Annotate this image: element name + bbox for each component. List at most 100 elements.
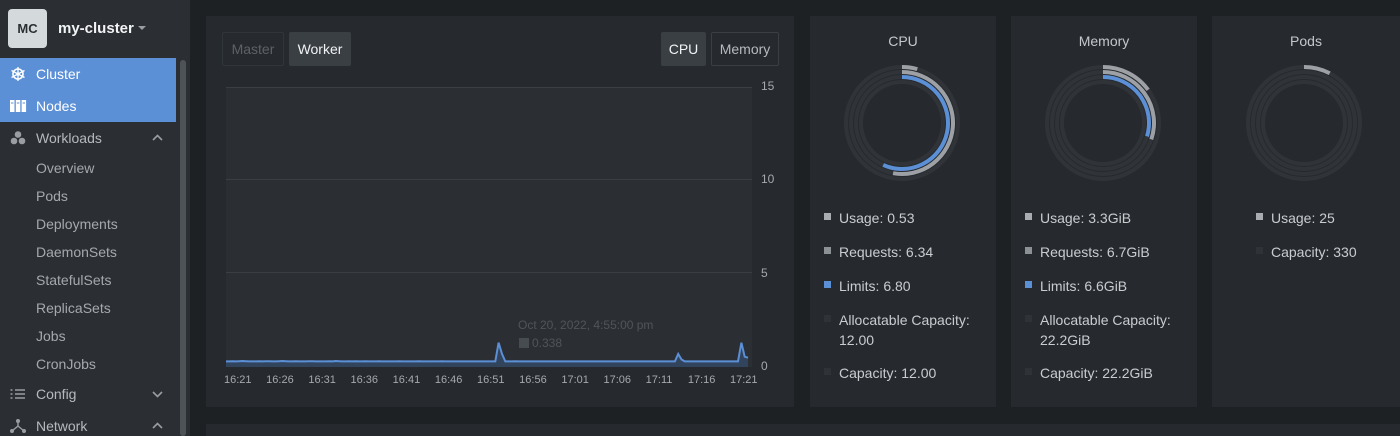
donut-track <box>1261 80 1347 166</box>
legend-label: Capacity: 12.00 <box>839 365 937 381</box>
sidebar-item-overview[interactable]: Overview <box>36 160 94 176</box>
x-tick-label: 16:36 <box>350 374 379 386</box>
cpu-series-line <box>226 342 749 363</box>
x-tick-label: 17:21 <box>730 374 758 386</box>
chevron-up-icon[interactable] <box>151 132 164 144</box>
y-tick-label: 10 <box>761 172 775 187</box>
x-tick-label: 16:46 <box>434 374 463 386</box>
legend-item: Requests: 6.34 <box>824 242 933 262</box>
tab-worker[interactable]: Worker <box>289 32 351 66</box>
legend-label: Capacity: 22.2GiB <box>1040 365 1153 381</box>
cluster-switcher[interactable]: MC my-cluster <box>0 0 190 58</box>
tooltip-value-row: 0.338 <box>519 336 562 350</box>
stat-title: Memory <box>1078 33 1130 49</box>
caret-down-icon[interactable] <box>136 22 148 34</box>
list-icon <box>10 389 25 399</box>
lower-panel-edge <box>206 424 1400 436</box>
legend-label: Usage: 0.53 <box>839 210 915 226</box>
tab-master[interactable]: Master <box>222 32 284 66</box>
legend-label: Allocatable Capacity: 22.2GiB <box>1040 312 1171 348</box>
tab-cpu[interactable]: CPU <box>661 32 706 66</box>
legend-label: Requests: 6.7GiB <box>1040 244 1150 260</box>
y-tick-label: 0 <box>761 359 768 373</box>
legend-swatch <box>1025 368 1032 375</box>
nav-item-network[interactable]: Network <box>0 410 176 436</box>
x-tick-label: 17:01 <box>561 374 589 386</box>
legend-label: Capacity: 330 <box>1271 244 1357 260</box>
nav-label: Network <box>36 418 88 434</box>
x-tick-label: 16:51 <box>477 374 505 386</box>
sidebar-item-deployments[interactable]: Deployments <box>36 216 118 232</box>
tooltip-swatch <box>519 338 529 348</box>
stat-title: CPU <box>888 33 918 49</box>
legend-swatch <box>824 247 831 254</box>
x-tick-label: 16:31 <box>308 374 336 386</box>
nav-label: Nodes <box>36 98 77 114</box>
nav-item-cluster[interactable]: Cluster <box>0 58 176 90</box>
tooltip-time: Oct 20, 2022, 4:55:00 pm <box>518 318 654 332</box>
legend-swatch <box>1256 247 1263 254</box>
legend-item: Allocatable Capacity: 22.2GiB <box>1025 310 1185 350</box>
pods-stat-panel: Pods Usage: 25 Capacity: 330 <box>1212 16 1400 407</box>
cluster-name[interactable]: my-cluster <box>58 20 134 37</box>
stat-title: Pods <box>1290 33 1322 49</box>
legend-item: Allocatable Capacity: 12.00 <box>824 310 984 350</box>
cluster-avatar[interactable]: MC <box>8 9 47 48</box>
x-tick-label: 17:06 <box>603 374 632 386</box>
helm-wheel-icon <box>11 67 25 81</box>
donut-track <box>1251 70 1357 176</box>
x-tick-label: 16:56 <box>519 374 547 386</box>
memory-stat-panel: Memory Usage: 3.3GiB Requests: 6.7GiB Limi… <box>1011 16 1197 407</box>
sidebar-item-statefulsets[interactable]: StatefulSets <box>36 272 112 288</box>
nav-item-workloads[interactable]: Workloads <box>0 122 176 154</box>
sidebar: MC my-cluster Cluster Nodes Workloads Ov… <box>0 0 190 436</box>
legend-swatch <box>1025 247 1032 254</box>
legend-swatch <box>824 281 831 288</box>
workloads-icon <box>10 131 26 145</box>
legend-label: Usage: 25 <box>1271 210 1335 226</box>
sidebar-item-jobs[interactable]: Jobs <box>36 328 66 344</box>
legend-swatch <box>1256 213 1263 220</box>
legend-label: Allocatable Capacity: 12.00 <box>839 312 970 348</box>
nav-item-config[interactable]: Config <box>0 378 176 410</box>
cpu-area-chart <box>226 342 749 367</box>
chevron-down-icon[interactable] <box>151 388 164 400</box>
nav-label: Config <box>36 386 77 402</box>
nav-item-nodes[interactable]: Nodes <box>0 90 176 122</box>
sidebar-item-cronjobs[interactable]: CronJobs <box>36 356 96 372</box>
sidebar-item-pods[interactable]: Pods <box>36 188 68 204</box>
cpu-stat-panel: CPU Usage: 0.53 Requests: 6.34 Limits: 6.8… <box>810 16 996 407</box>
nav-label: Workloads <box>36 130 102 146</box>
y-tick-label: 15 <box>761 79 775 93</box>
sidebar-scrollbar[interactable] <box>180 60 186 436</box>
x-tick-label: 16:21 <box>224 374 252 386</box>
legend-item: Requests: 6.7GiB <box>1025 242 1150 262</box>
legend-item: Capacity: 22.2GiB <box>1025 363 1153 383</box>
x-tick-label: 17:16 <box>687 374 716 386</box>
legend-label: Usage: 3.3GiB <box>1040 210 1132 226</box>
legend-swatch <box>824 315 831 322</box>
x-tick-label: 16:26 <box>266 374 294 386</box>
sidebar-item-daemonsets[interactable]: DaemonSets <box>36 244 117 260</box>
donut-track <box>1060 80 1146 166</box>
donut-track <box>859 80 945 166</box>
legend-label: Requests: 6.34 <box>839 244 934 260</box>
legend-item: Usage: 0.53 <box>824 208 915 228</box>
cpu-series-area <box>226 342 748 367</box>
metrics-chart-panel: Master Worker CPU Memory 0 5 10 15 16:21 16:… <box>206 16 794 407</box>
legend-item: Limits: 6.80 <box>824 276 911 296</box>
tab-memory[interactable]: Memory <box>711 32 779 66</box>
legend-swatch <box>824 213 831 220</box>
pods-donut-chart <box>1246 65 1362 181</box>
nav-label: Cluster <box>36 66 81 82</box>
legend-swatch <box>1025 213 1032 220</box>
donut-track <box>1256 75 1352 171</box>
donut-limits-arc <box>882 75 950 171</box>
legend-swatch <box>1025 281 1032 288</box>
sidebar-item-replicasets[interactable]: ReplicaSets <box>36 300 111 316</box>
chevron-up-icon[interactable] <box>151 420 164 432</box>
tooltip-value: 0.338 <box>532 336 563 350</box>
memory-donut-chart <box>1045 65 1161 181</box>
legend-swatch <box>824 368 831 375</box>
legend-label: Limits: 6.6GiB <box>1040 278 1128 294</box>
